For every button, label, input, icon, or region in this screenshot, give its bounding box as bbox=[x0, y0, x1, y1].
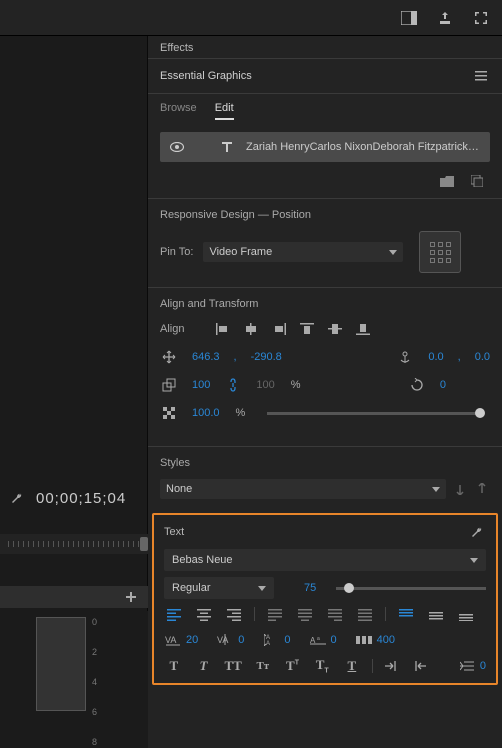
justify-all-icon[interactable] bbox=[355, 607, 375, 623]
svg-text:VA: VA bbox=[217, 635, 228, 645]
align-transform-title: Align and Transform bbox=[160, 298, 490, 310]
opacity-icon bbox=[160, 404, 178, 422]
opacity-slider[interactable] bbox=[267, 412, 480, 415]
vertical-align-middle-icon[interactable] bbox=[426, 607, 446, 623]
text-section-title: Text bbox=[164, 526, 184, 538]
indent-value[interactable]: 0 bbox=[480, 660, 486, 672]
faux-bold-button[interactable]: T bbox=[164, 658, 184, 674]
align-top-icon[interactable] bbox=[298, 320, 316, 338]
panel-menu-icon[interactable] bbox=[472, 67, 490, 85]
visibility-icon[interactable] bbox=[168, 138, 186, 156]
rotation-icon bbox=[408, 376, 426, 394]
font-weight-dropdown[interactable]: Regular bbox=[164, 577, 274, 599]
rotation-val[interactable]: 0 bbox=[440, 379, 446, 391]
superscript-button[interactable]: TT bbox=[283, 658, 303, 674]
wrench-icon[interactable] bbox=[8, 489, 26, 507]
anchor-icon bbox=[396, 348, 414, 366]
align-left-icon[interactable] bbox=[214, 320, 232, 338]
scale-h: 100 bbox=[256, 379, 274, 391]
faux-italic-button[interactable]: T bbox=[194, 658, 214, 674]
align-hcenter-icon[interactable] bbox=[242, 320, 260, 338]
leading-icon: AA bbox=[262, 631, 280, 649]
leading-value[interactable]: 0 bbox=[284, 634, 290, 646]
position-y[interactable]: -290.8 bbox=[251, 351, 282, 363]
pin-to-dropdown[interactable]: Video Frame bbox=[203, 242, 403, 262]
svg-text:A: A bbox=[266, 641, 270, 646]
align-vcenter-icon[interactable] bbox=[326, 320, 344, 338]
folder-icon[interactable] bbox=[438, 172, 456, 190]
text-align-left-icon[interactable] bbox=[164, 607, 184, 623]
styles-dropdown[interactable]: None bbox=[160, 479, 446, 499]
text-align-center-icon[interactable] bbox=[194, 607, 214, 623]
align-label: Align bbox=[160, 323, 200, 335]
indent-icon bbox=[458, 657, 476, 675]
fullscreen-icon[interactable] bbox=[472, 9, 490, 27]
link-scale-icon[interactable] bbox=[224, 376, 242, 394]
pin-to-label: Pin To: bbox=[160, 246, 193, 258]
tsume-value[interactable]: 400 bbox=[377, 634, 395, 646]
tab-indent-icon[interactable] bbox=[383, 657, 401, 675]
anchor-x[interactable]: 0.0 bbox=[428, 351, 443, 363]
layer-name: Zariah HenryCarlos NixonDeborah Fitzpatr… bbox=[246, 141, 482, 153]
svg-text:a: a bbox=[317, 636, 320, 642]
font-family-dropdown[interactable]: Bebas Neue bbox=[164, 549, 486, 571]
scale-unit: % bbox=[291, 379, 301, 391]
thumb-ruler: 0 2 4 6 8 bbox=[92, 617, 112, 747]
program-monitor: 00;00;15;04 0 2 4 6 8 bbox=[0, 36, 148, 712]
scale-icon bbox=[160, 376, 178, 394]
pull-style-icon[interactable] bbox=[474, 481, 490, 497]
anchor-y[interactable]: 0.0 bbox=[475, 351, 490, 363]
tracking-value[interactable]: 20 bbox=[186, 634, 198, 646]
sequence-thumbnail[interactable] bbox=[36, 617, 86, 711]
tab-outdent-icon[interactable] bbox=[410, 657, 428, 675]
subscript-button[interactable]: TT bbox=[312, 657, 332, 675]
smallcaps-button[interactable]: Tᴛ bbox=[253, 660, 273, 672]
position-x[interactable]: 646.3 bbox=[192, 351, 220, 363]
tab-browse[interactable]: Browse bbox=[160, 102, 197, 120]
font-size-value[interactable]: 75 bbox=[304, 582, 316, 594]
jog-scrubber[interactable] bbox=[0, 534, 148, 554]
tsume-icon bbox=[355, 631, 373, 649]
vertical-align-bottom-icon[interactable] bbox=[456, 607, 476, 623]
tab-edit[interactable]: Edit bbox=[215, 102, 234, 120]
pin-widget[interactable] bbox=[419, 231, 461, 273]
svg-text:VA: VA bbox=[165, 635, 176, 645]
justify-right-icon[interactable] bbox=[325, 607, 345, 623]
baseline-icon: Aa bbox=[309, 631, 327, 649]
text-settings-icon[interactable] bbox=[468, 523, 486, 541]
panel-title: Essential Graphics bbox=[160, 70, 252, 82]
kerning-icon: VA bbox=[216, 631, 234, 649]
timecode-display[interactable]: 00;00;15;04 bbox=[36, 490, 126, 507]
new-item-icon[interactable] bbox=[122, 588, 140, 606]
text-layer-row[interactable]: Zariah HenryCarlos NixonDeborah Fitzpatr… bbox=[160, 132, 490, 162]
text-align-right-icon[interactable] bbox=[224, 607, 244, 623]
justify-left-icon[interactable] bbox=[265, 607, 285, 623]
position-icon bbox=[160, 348, 178, 366]
export-icon[interactable] bbox=[436, 9, 454, 27]
vertical-align-top-icon[interactable] bbox=[396, 607, 416, 623]
effects-tab[interactable]: Effects bbox=[148, 36, 502, 59]
scale-w[interactable]: 100 bbox=[192, 379, 210, 391]
baseline-value[interactable]: 0 bbox=[331, 634, 337, 646]
align-bottom-icon[interactable] bbox=[354, 320, 372, 338]
panel-layout-icon[interactable] bbox=[400, 9, 418, 27]
text-type-icon bbox=[218, 138, 236, 156]
align-right-icon[interactable] bbox=[270, 320, 288, 338]
font-size-slider[interactable] bbox=[336, 587, 486, 590]
kerning-value[interactable]: 0 bbox=[238, 634, 244, 646]
underline-button[interactable]: T bbox=[342, 658, 362, 674]
tracking-icon: VA bbox=[164, 631, 182, 649]
push-style-icon[interactable] bbox=[452, 481, 468, 497]
responsive-title: Responsive Design — Position bbox=[160, 209, 490, 221]
justify-center-icon[interactable] bbox=[295, 607, 315, 623]
styles-title: Styles bbox=[160, 457, 490, 469]
new-layer-icon[interactable] bbox=[468, 172, 486, 190]
allcaps-button[interactable]: TT bbox=[223, 658, 243, 674]
opacity-val[interactable]: 100.0 bbox=[192, 407, 220, 419]
